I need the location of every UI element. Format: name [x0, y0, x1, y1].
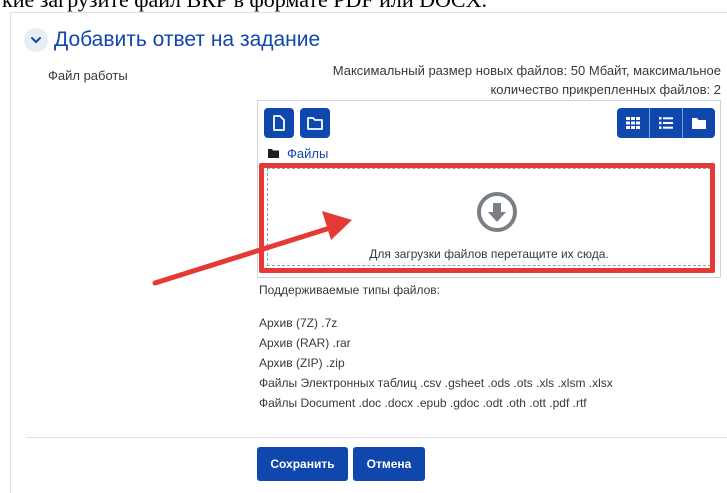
view-tree-button[interactable] [683, 108, 715, 138]
file-icon [273, 115, 285, 131]
folder-small-icon [268, 149, 279, 158]
list-icon [659, 117, 673, 129]
folder-icon [307, 117, 323, 130]
file-type-item: Файлы Электронных таблиц .csv .gsheet .o… [259, 376, 613, 390]
limits-line-2: количество прикрепленных файлов: 2 [490, 82, 721, 97]
chevron-down-icon[interactable] [24, 28, 48, 52]
view-mode-group [617, 108, 715, 138]
upload-limits-info: Максимальный размер новых файлов: 50 Мба… [251, 61, 721, 99]
breadcrumb-files[interactable]: Файлы [287, 146, 328, 161]
section-title: Добавить ответ на задание [54, 28, 321, 51]
cancel-button[interactable]: Отмена [353, 447, 425, 481]
view-icons-button[interactable] [617, 108, 650, 138]
view-list-button[interactable] [650, 108, 683, 138]
file-type-item: Архив (ZIP) .zip [259, 356, 345, 370]
file-field-label: Файл работы [48, 68, 128, 83]
supported-types: Поддерживаемые типы файлов: Архив (7Z) .… [259, 280, 613, 413]
highlight-box [259, 163, 715, 273]
grid-icon [626, 117, 640, 129]
supported-types-header: Поддерживаемые типы файлов: [259, 283, 441, 297]
add-file-button[interactable] [264, 108, 294, 138]
file-type-item: Файлы Document .doc .docx .epub .gdoc .o… [259, 396, 587, 410]
create-folder-button[interactable] [300, 108, 330, 138]
limits-line-1: Максимальный размер новых файлов: 50 Мба… [332, 63, 721, 78]
breadcrumb[interactable]: Файлы [268, 146, 328, 161]
folder-solid-icon [692, 118, 706, 129]
form-divider [26, 437, 727, 438]
file-type-item: Архив (RAR) .rar [259, 336, 351, 350]
save-button[interactable]: Сохранить [257, 447, 348, 481]
section-header[interactable]: Добавить ответ на задание [24, 28, 320, 52]
file-type-item: Архив (7Z) .7z [259, 316, 338, 330]
top-instruction-text: кие загрузите файл ВКР в формате PDF или… [0, 0, 727, 12]
